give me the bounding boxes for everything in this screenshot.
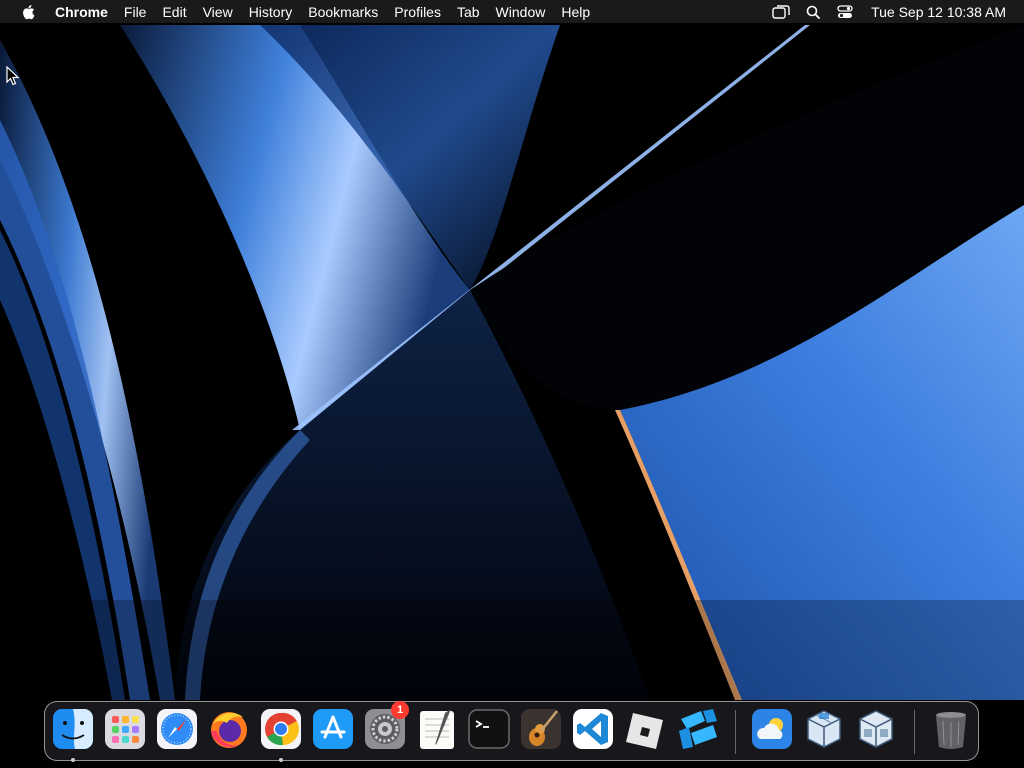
chrome-running-indicator	[279, 758, 283, 762]
menu-history[interactable]: History	[241, 0, 301, 23]
dock-roblox[interactable]	[623, 707, 667, 751]
mouse-cursor-icon	[6, 66, 20, 86]
trash-icon	[936, 712, 966, 749]
dock-app-store[interactable]	[311, 707, 355, 751]
safari-icon	[157, 709, 197, 749]
terminal-icon	[468, 709, 510, 749]
apple-menu-icon[interactable]	[18, 4, 38, 20]
menubar-clock[interactable]: Tue Sep 12 10:38 AM	[871, 4, 1006, 20]
dock-divider-trash	[914, 710, 915, 754]
dock-finder[interactable]	[51, 707, 95, 751]
menu-tab[interactable]: Tab	[449, 0, 488, 23]
dock-virtualbox[interactable]	[802, 707, 846, 751]
menu-profiles[interactable]: Profiles	[386, 0, 449, 23]
desktop-wallpaper	[0, 0, 1024, 768]
dock-virtualbox-vm[interactable]	[854, 707, 898, 751]
menu-bookmarks[interactable]: Bookmarks	[300, 0, 386, 23]
control-center-icon[interactable]	[834, 1, 856, 23]
dock-garageband[interactable]	[519, 707, 563, 751]
menu-app-name[interactable]: Chrome	[50, 0, 116, 23]
menu-edit[interactable]: Edit	[154, 0, 194, 23]
dock: 1	[44, 701, 979, 762]
finder-running-indicator	[71, 758, 75, 762]
spotlight-search-icon[interactable]	[802, 1, 824, 23]
menu-bar: Chrome File Edit View History Bookmarks …	[0, 0, 1024, 23]
dock-textedit[interactable]	[415, 707, 459, 751]
launchpad-icon	[105, 709, 145, 749]
roblox-icon	[626, 713, 663, 749]
dock-chrome[interactable]	[259, 707, 303, 751]
dock-weather[interactable]	[750, 707, 794, 751]
textedit-icon	[420, 709, 454, 749]
roblox-studio-icon	[679, 709, 717, 749]
dock-terminal[interactable]	[467, 707, 511, 751]
firefox-icon	[211, 712, 247, 748]
dock-safari[interactable]	[155, 707, 199, 751]
finder-icon	[53, 709, 93, 749]
dock-roblox-studio[interactable]	[675, 707, 719, 751]
system-settings-badge: 1	[391, 701, 409, 719]
menu-help[interactable]: Help	[553, 0, 598, 23]
dock-trash[interactable]	[929, 707, 973, 751]
weather-icon	[752, 709, 792, 749]
vscode-icon	[573, 709, 613, 749]
menu-view[interactable]: View	[195, 0, 241, 23]
dock-divider	[735, 710, 736, 754]
virtualbox-vm-icon	[859, 710, 893, 748]
chrome-icon	[261, 709, 301, 749]
menu-file[interactable]: File	[116, 0, 155, 23]
dock-firefox[interactable]	[207, 707, 251, 751]
screen-mirroring-icon[interactable]	[770, 1, 792, 23]
virtualbox-icon	[807, 710, 841, 748]
dock-launchpad[interactable]	[103, 707, 147, 751]
menu-window[interactable]: Window	[488, 0, 554, 23]
dock-vscode[interactable]	[571, 707, 615, 751]
app-store-icon	[313, 709, 353, 749]
garageband-icon	[521, 709, 561, 749]
